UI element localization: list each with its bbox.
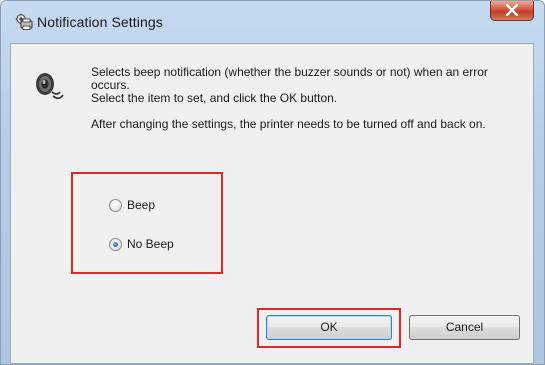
close-icon [505,4,519,16]
window-title: Notification Settings [37,14,163,30]
no-beep-radio[interactable]: No Beep [109,237,174,251]
beep-label[interactable]: Beep [127,198,155,212]
beep-option-group: Beep No Beep [71,172,223,274]
speaker-icon [33,70,65,104]
dialog-body: Selects beep notification (whether the b… [10,43,534,364]
radio-unchecked-icon[interactable] [109,198,122,212]
description-line: Selects beep notification (whether the b… [91,65,488,79]
title-bar[interactable]: Notification Settings [1,1,544,43]
ok-button[interactable]: OK [266,315,392,340]
description: Selects beep notification (whether the b… [91,66,488,131]
printer-settings-icon [15,13,33,31]
radio-checked-icon[interactable] [109,237,122,251]
close-button[interactable] [490,1,534,21]
notification-settings-window: Notification Settings Selects beep notif… [0,0,545,365]
cancel-button[interactable]: Cancel [409,315,520,340]
beep-radio[interactable]: Beep [109,198,155,212]
no-beep-label[interactable]: No Beep [127,237,174,251]
restart-note: After changing the settings, the printer… [91,117,486,131]
description-line: Select the item to set, and click the OK… [91,91,338,105]
